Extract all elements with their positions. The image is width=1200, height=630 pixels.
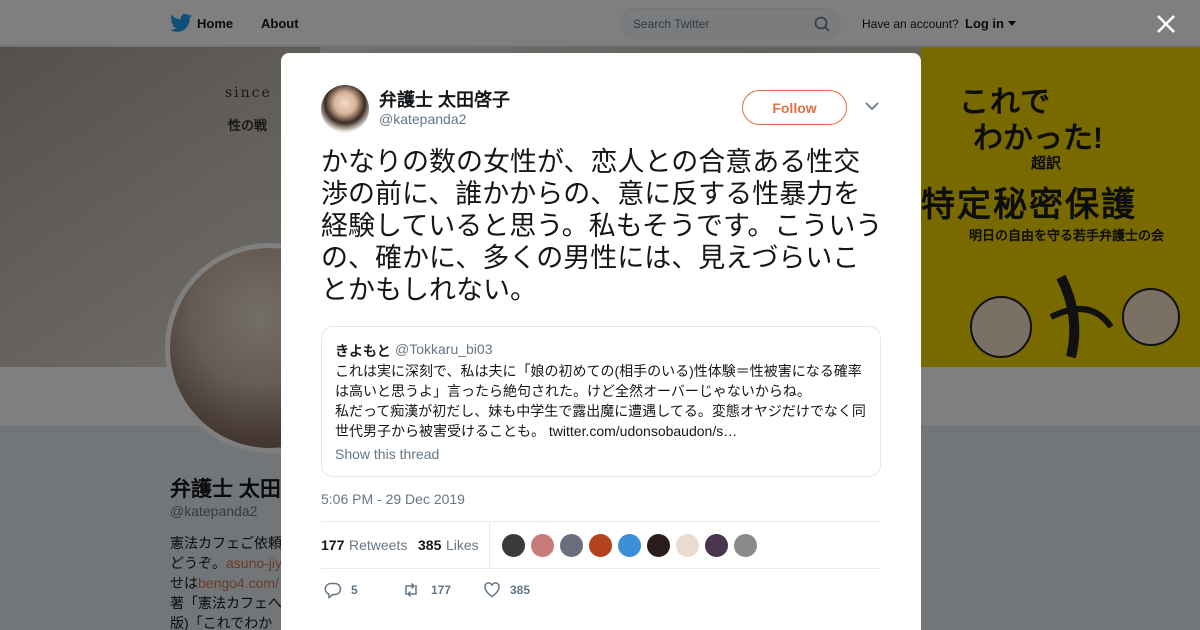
liker-avatar[interactable] — [675, 533, 700, 558]
reply-icon[interactable] — [324, 581, 342, 599]
retweet-icon[interactable] — [402, 581, 420, 599]
liker-avatar[interactable] — [617, 533, 642, 558]
liker-avatar[interactable] — [646, 533, 671, 558]
liker-avatar[interactable] — [733, 533, 758, 558]
quoted-author-name: きよもと — [335, 343, 391, 359]
tweet-modal: 弁護士 太田啓子 @katepanda2 Follow かなりの数の女性が、恋人… — [281, 53, 921, 630]
reply-count: 5 — [351, 583, 358, 597]
retweet-count: 177 — [431, 583, 452, 597]
author-handle[interactable]: @katepanda2 — [379, 111, 466, 127]
show-thread-link[interactable]: Show this thread — [335, 446, 439, 462]
liker-avatar[interactable] — [559, 533, 584, 558]
liker-avatar[interactable] — [704, 533, 729, 558]
liker-avatar[interactable] — [588, 533, 613, 558]
follow-button[interactable]: Follow — [742, 90, 847, 125]
quoted-tweet-text: これは実に深刻で、私は夫に「娘の初めての(相手のいる)性体験＝性被害になる確率は… — [335, 363, 866, 439]
likes-label[interactable]: Likes — [446, 537, 479, 553]
retweets-count[interactable]: 177 — [321, 537, 344, 553]
like-count: 385 — [510, 583, 531, 597]
quoted-author-handle: @Tokkaru_bi03 — [395, 341, 493, 357]
likes-count[interactable]: 385 — [418, 537, 441, 553]
stats-divider — [489, 522, 490, 569]
tweet-stats: 177 Retweets 385 Likes — [321, 521, 881, 569]
tweet-actions: 5 177 385 — [321, 578, 721, 602]
author-name[interactable]: 弁護士 太田啓子 — [379, 86, 510, 112]
quoted-tweet[interactable]: きよもと @Tokkaru_bi03 これは実に深刻で、私は夫に「娘の初めての(… — [321, 326, 881, 477]
close-icon[interactable] — [1154, 12, 1178, 36]
heart-icon[interactable] — [483, 581, 501, 599]
tweet-timestamp[interactable]: 5:06 PM - 29 Dec 2019 — [321, 491, 465, 507]
author-avatar[interactable] — [321, 85, 369, 133]
liker-avatar[interactable] — [530, 533, 555, 558]
retweets-label[interactable]: Retweets — [349, 537, 407, 553]
chevron-down-icon[interactable] — [865, 101, 879, 111]
liker-avatar[interactable] — [501, 533, 526, 558]
tweet-text: かなりの数の女性が、恋人との合意ある性交渉の前に、誰かからの、意に反する性暴力を… — [321, 147, 883, 305]
